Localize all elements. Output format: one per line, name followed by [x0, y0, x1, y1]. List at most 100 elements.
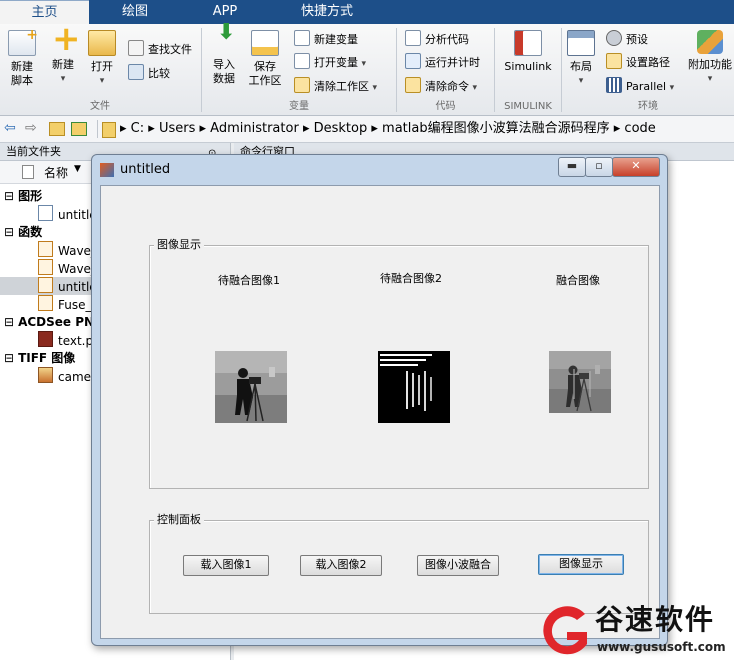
- find-files-label: 查找文件: [148, 43, 192, 56]
- tree-group-label: 图形: [18, 189, 43, 203]
- figure-window: untitled ▬ ▫ ✕ 图像显示 待融合图像1 待融合图像2 融合图像 控…: [91, 154, 668, 646]
- preferences-button[interactable]: 预设: [606, 30, 648, 48]
- clear-workspace-button[interactable]: 清除工作区 ▾: [294, 77, 377, 95]
- addons-icon: [697, 30, 723, 54]
- breadcrumb-item[interactable]: matlab编程图像小波算法融合源码程序: [382, 121, 610, 136]
- analyze-code-button[interactable]: 分析代码: [405, 30, 469, 48]
- tab-plots[interactable]: 绘图: [89, 0, 181, 24]
- new-variable-button[interactable]: 新建变量: [294, 30, 358, 48]
- open-variable-button[interactable]: 打开变量 ▾: [294, 53, 366, 71]
- maximize-button[interactable]: ▫: [585, 157, 613, 177]
- figure-content: 图像显示 待融合图像1 待融合图像2 融合图像 控制面板 载入图像1 载入图像2…: [100, 185, 660, 639]
- breadcrumb-item[interactable]: Users: [159, 121, 195, 136]
- figure-file-icon: [38, 205, 53, 221]
- run-time-label: 运行并计时: [425, 56, 480, 69]
- minimize-button[interactable]: ▬: [558, 157, 586, 177]
- ribbon-tab-bar: 主页 绘图 APP 快捷方式: [0, 0, 734, 25]
- simulink-icon: [514, 30, 542, 56]
- clear-commands-caret: ▾: [472, 83, 478, 93]
- tiff-file-icon: [38, 367, 53, 383]
- import-icon: ⬇: [217, 20, 236, 45]
- new-button[interactable]: + 新建 ▾: [45, 22, 81, 86]
- breadcrumb-item[interactable]: code: [624, 121, 655, 136]
- parallel-icon: [606, 77, 622, 93]
- simulink-button[interactable]: Simulink: [500, 30, 556, 74]
- parallel-button[interactable]: Parallel ▾: [606, 77, 674, 95]
- layout-label: 布局: [570, 60, 592, 73]
- wavelet-fusion-button[interactable]: 图像小波融合: [417, 555, 499, 576]
- simulink-label: Simulink: [504, 60, 552, 73]
- load-image2-button[interactable]: 载入图像2: [300, 555, 382, 576]
- variable-group-label: 变量: [289, 101, 309, 112]
- compare-button[interactable]: 比较: [128, 64, 170, 82]
- environment-group-label: 环境: [638, 101, 658, 112]
- parallel-caret: ▾: [669, 83, 675, 93]
- maximize-icon: ▫: [595, 159, 603, 172]
- breadcrumb-item[interactable]: C:: [131, 121, 144, 136]
- save-workspace-label: 保存 工作区: [248, 60, 282, 87]
- png-file-icon: [38, 331, 53, 347]
- save-workspace-button[interactable]: 保存 工作区: [245, 30, 285, 88]
- load-image1-button[interactable]: 载入图像1: [183, 555, 269, 576]
- new-script-label: 新建 脚本: [11, 60, 33, 87]
- ribbon-toolbar: + 新建 脚本 + 新建 ▾ 打开 ▾ 查找文件 比较 文件 ⬇ 导入 数据 保…: [0, 20, 734, 116]
- import-data-button[interactable]: ⬇ 导入 数据: [207, 20, 241, 86]
- clear-commands-label: 清除命令: [425, 80, 469, 93]
- breadcrumb-separator: ▸: [371, 121, 383, 136]
- open-variable-icon: [294, 53, 310, 69]
- breadcrumb-item[interactable]: Desktop: [314, 121, 368, 136]
- source-image1-label: 待融合图像1: [218, 274, 280, 287]
- layout-icon: [567, 30, 595, 56]
- new-variable-icon: [294, 30, 310, 46]
- folder-icon: [102, 122, 116, 138]
- new-script-button[interactable]: + 新建 脚本: [4, 28, 40, 88]
- compare-icon: [128, 64, 144, 80]
- watermark-brand: 谷速软件: [595, 603, 716, 636]
- addons-button[interactable]: 附加功能 ▾: [686, 30, 734, 86]
- source-image2: [378, 351, 450, 423]
- collapse-icon[interactable]: ⊟: [0, 315, 18, 329]
- up-folder-icon[interactable]: [49, 122, 65, 136]
- clear-workspace-label: 清除工作区: [314, 80, 369, 93]
- collapse-icon[interactable]: ⊟: [0, 189, 18, 203]
- new-label: 新建: [52, 58, 74, 71]
- tab-shortcuts[interactable]: 快捷方式: [269, 0, 385, 24]
- set-path-label: 设置路径: [626, 56, 670, 69]
- code-group-label: 代码: [435, 101, 456, 112]
- analyze-code-icon: [405, 30, 421, 46]
- open-variable-caret: ▾: [361, 59, 367, 69]
- addons-label: 附加功能: [688, 58, 732, 71]
- clear-workspace-caret: ▾: [372, 83, 378, 93]
- find-files-button[interactable]: 查找文件: [128, 40, 192, 58]
- file-group-label: 文件: [90, 101, 110, 112]
- path-breadcrumb[interactable]: ▸ C: ▸ Users ▸ Administrator ▸ Desktop ▸…: [120, 116, 656, 142]
- layout-button[interactable]: 布局 ▾: [566, 30, 596, 88]
- display-images-button[interactable]: 图像显示: [538, 554, 624, 575]
- breadcrumb-separator: ▸: [148, 121, 159, 136]
- back-arrow-icon[interactable]: ⇦: [4, 120, 16, 136]
- figure-titlebar[interactable]: untitled ▬ ▫ ✕: [92, 155, 667, 185]
- sort-arrow-icon[interactable]: ▼: [74, 164, 81, 174]
- compare-label: 比较: [148, 67, 170, 80]
- open-button[interactable]: 打开 ▾: [86, 30, 118, 88]
- breadcrumb-item[interactable]: Administrator: [210, 121, 299, 136]
- close-button[interactable]: ✕: [612, 157, 660, 177]
- browse-folder-icon[interactable]: [71, 122, 87, 136]
- set-path-button[interactable]: 设置路径: [606, 53, 670, 71]
- collapse-icon[interactable]: ⊟: [0, 225, 18, 239]
- collapse-icon[interactable]: ⊟: [0, 351, 18, 365]
- preferences-label: 预设: [626, 33, 648, 46]
- address-separator: [97, 120, 98, 138]
- forward-arrow-icon[interactable]: ⇨: [25, 120, 37, 136]
- run-and-time-button[interactable]: 运行并计时: [405, 53, 480, 71]
- function-file-icon: [38, 277, 53, 293]
- control-panel-legend: 控制面板: [154, 514, 204, 526]
- import-label: 导入 数据: [213, 58, 235, 85]
- image-display-legend: 图像显示: [154, 239, 204, 251]
- name-column-header[interactable]: 名称: [44, 164, 68, 181]
- folder-icon: [88, 30, 116, 56]
- run-time-icon: [405, 53, 421, 69]
- clear-commands-button[interactable]: 清除命令 ▾: [405, 77, 477, 95]
- open-dropdown-caret: ▾: [99, 76, 105, 86]
- figure-title: untitled: [120, 162, 171, 177]
